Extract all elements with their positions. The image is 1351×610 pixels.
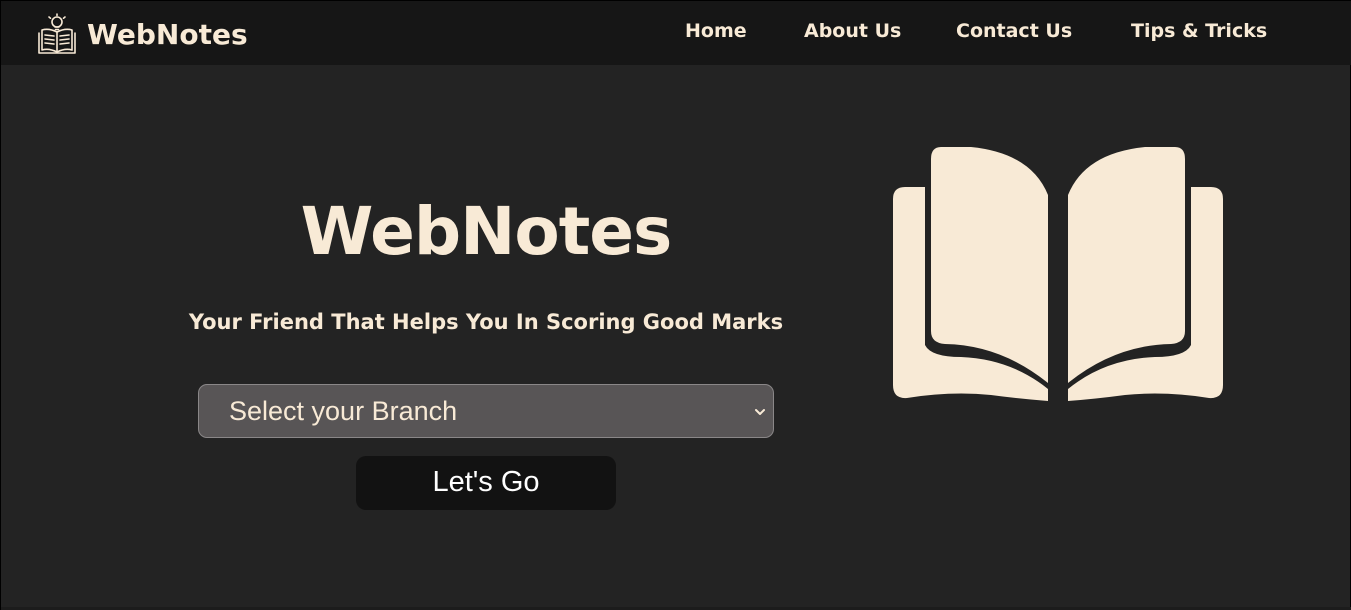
- lets-go-label: Let's Go: [432, 466, 540, 498]
- nav-contact-link[interactable]: Contact Us: [956, 20, 1072, 42]
- page: WebNotes Home About Us Contact Us Tips &…: [0, 0, 1351, 610]
- nav-tips-link[interactable]: Tips & Tricks: [1131, 20, 1267, 42]
- chevron-down-icon: [755, 409, 765, 415]
- branch-select-value: Select your Branch: [229, 396, 458, 426]
- nav-home-link[interactable]: Home: [685, 20, 747, 42]
- hero-title: WebNotes: [300, 193, 673, 270]
- branch-select[interactable]: Select your Branch: [198, 384, 774, 438]
- open-book-icon: [893, 147, 1223, 401]
- lets-go-button[interactable]: Let's Go: [356, 456, 616, 510]
- nav-about-link[interactable]: About Us: [804, 20, 901, 42]
- hero-subtitle: Your Friend That Helps You In Scoring Go…: [188, 310, 784, 334]
- nav-links: Home About Us Contact Us Tips & Tricks: [1, 20, 1351, 48]
- navbar: WebNotes Home About Us Contact Us Tips &…: [1, 1, 1351, 65]
